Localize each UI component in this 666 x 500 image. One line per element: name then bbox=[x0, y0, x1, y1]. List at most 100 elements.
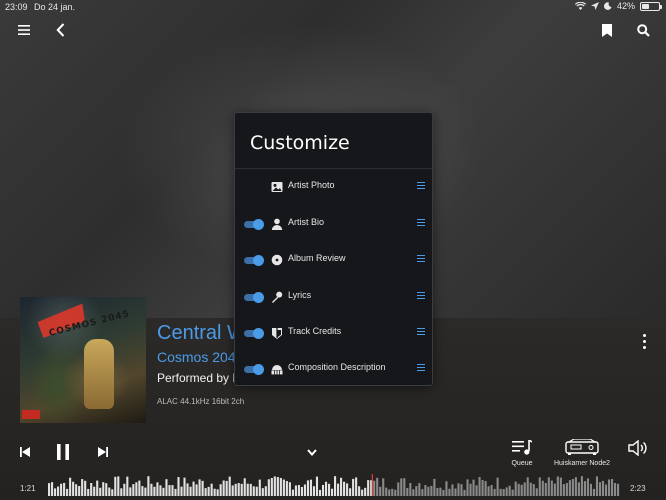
waveform-bar bbox=[78, 486, 81, 496]
waveform-bar bbox=[117, 476, 120, 496]
waveform-bar bbox=[604, 484, 608, 496]
waveform-bar bbox=[349, 488, 352, 496]
volume-button[interactable] bbox=[627, 439, 649, 457]
handle-line bbox=[417, 367, 425, 368]
waveform-bar bbox=[346, 483, 349, 496]
drag-handle[interactable] bbox=[417, 219, 425, 226]
waveform-bar bbox=[264, 486, 267, 496]
waveform-bar bbox=[379, 486, 382, 496]
waveform-bar bbox=[352, 478, 355, 496]
drag-handle[interactable] bbox=[417, 255, 425, 262]
waveform-bar bbox=[324, 481, 328, 496]
waveform-bar bbox=[162, 487, 165, 496]
handle-line bbox=[417, 364, 425, 365]
waveform-bar bbox=[315, 476, 319, 496]
waveform-bar bbox=[595, 476, 599, 496]
waveform-bar bbox=[216, 489, 219, 496]
customize-row-track-credits[interactable]: Track Credits bbox=[235, 315, 432, 351]
back-button[interactable] bbox=[50, 20, 70, 40]
customize-row-artist-photo[interactable]: Artist Photo bbox=[235, 169, 432, 205]
toggle-knob bbox=[253, 328, 264, 339]
waveform-bar bbox=[318, 489, 322, 496]
waveform-bar bbox=[610, 479, 614, 496]
customize-row-artist-bio[interactable]: Artist Bio bbox=[235, 206, 432, 242]
waveform-bar bbox=[553, 483, 556, 496]
waveform-bar bbox=[454, 488, 457, 496]
battery-percent: 42% bbox=[616, 1, 635, 11]
waveform-bar bbox=[355, 477, 358, 496]
queue-button[interactable] bbox=[510, 438, 534, 458]
waveform-bar bbox=[424, 485, 427, 496]
playhead[interactable] bbox=[371, 474, 373, 496]
moon-icon bbox=[603, 2, 612, 10]
waveform-bar bbox=[81, 479, 84, 496]
next-button[interactable] bbox=[96, 444, 110, 460]
waveform-bar bbox=[523, 482, 526, 496]
waveform-bar bbox=[123, 483, 126, 496]
waveform-bar bbox=[129, 487, 132, 496]
waveform-bar bbox=[517, 483, 520, 496]
waveform-seekbar[interactable] bbox=[48, 474, 620, 496]
collapse-button[interactable] bbox=[304, 445, 320, 459]
waveform-bar bbox=[391, 488, 394, 496]
bookmark-button[interactable] bbox=[597, 20, 617, 40]
waveform-bar bbox=[592, 488, 596, 496]
waveform-bar bbox=[556, 476, 559, 496]
pause-button[interactable] bbox=[54, 442, 72, 462]
handle-line bbox=[417, 182, 425, 183]
customize-row-lyrics[interactable]: Lyrics bbox=[235, 279, 432, 315]
toggle-knob bbox=[253, 219, 264, 230]
artist-bio-toggle[interactable] bbox=[244, 219, 264, 230]
handle-line bbox=[417, 334, 425, 335]
handle-line bbox=[417, 292, 425, 293]
back-chevron-icon bbox=[55, 23, 64, 37]
queue-label[interactable]: Queue bbox=[503, 460, 541, 467]
waveform-bar bbox=[147, 476, 150, 496]
waveform-bar bbox=[111, 489, 114, 496]
waveform-bar bbox=[159, 485, 162, 496]
customize-row-composition-description[interactable]: Composition Description bbox=[235, 351, 432, 387]
album-review-toggle[interactable] bbox=[244, 255, 264, 266]
waveform-bar bbox=[57, 486, 60, 496]
waveform-bar bbox=[511, 489, 514, 496]
track-credits-toggle[interactable] bbox=[244, 328, 264, 339]
zone-label[interactable]: Huiskamer Node2 bbox=[548, 460, 616, 467]
waveform-bar bbox=[400, 478, 403, 496]
drag-handle[interactable] bbox=[417, 328, 425, 335]
album-art[interactable]: COSMOS 2045 bbox=[20, 297, 146, 423]
drag-handle[interactable] bbox=[417, 182, 425, 189]
battery-level bbox=[642, 3, 649, 9]
microphone-icon bbox=[271, 290, 283, 303]
next-icon bbox=[98, 447, 108, 457]
composition-description-toggle[interactable] bbox=[244, 364, 264, 375]
more-options-button[interactable] bbox=[636, 333, 652, 351]
menu-button[interactable] bbox=[14, 20, 34, 40]
waveform-bar bbox=[48, 483, 51, 496]
drag-handle[interactable] bbox=[417, 364, 425, 371]
waveform-bar bbox=[273, 476, 276, 496]
lyrics-toggle[interactable] bbox=[244, 292, 264, 303]
waveform-bar bbox=[589, 483, 592, 496]
waveform-bar bbox=[436, 488, 439, 496]
waveform-bar bbox=[421, 489, 424, 496]
volume-icon bbox=[628, 440, 647, 456]
previous-button[interactable] bbox=[18, 444, 32, 460]
waveform-bar bbox=[457, 483, 460, 496]
waveform-bar bbox=[213, 488, 216, 496]
waveform-bar bbox=[330, 488, 334, 496]
customize-row-album-review[interactable]: Album Review bbox=[235, 242, 432, 278]
waveform-bar bbox=[364, 487, 367, 496]
hamburger-menu-icon bbox=[18, 25, 30, 35]
search-button[interactable] bbox=[633, 20, 653, 40]
chevron-down-icon bbox=[307, 448, 317, 456]
waveform-bar bbox=[156, 482, 159, 496]
waveform-bar bbox=[87, 488, 90, 496]
waveform-bar bbox=[487, 486, 490, 496]
drag-handle[interactable] bbox=[417, 292, 425, 299]
handle-line bbox=[417, 331, 425, 332]
waveform-bar bbox=[532, 484, 535, 496]
waveform-bar bbox=[282, 479, 285, 496]
waveform-bar bbox=[538, 477, 541, 496]
zone-button[interactable] bbox=[563, 437, 601, 459]
waveform-bar bbox=[613, 482, 617, 496]
